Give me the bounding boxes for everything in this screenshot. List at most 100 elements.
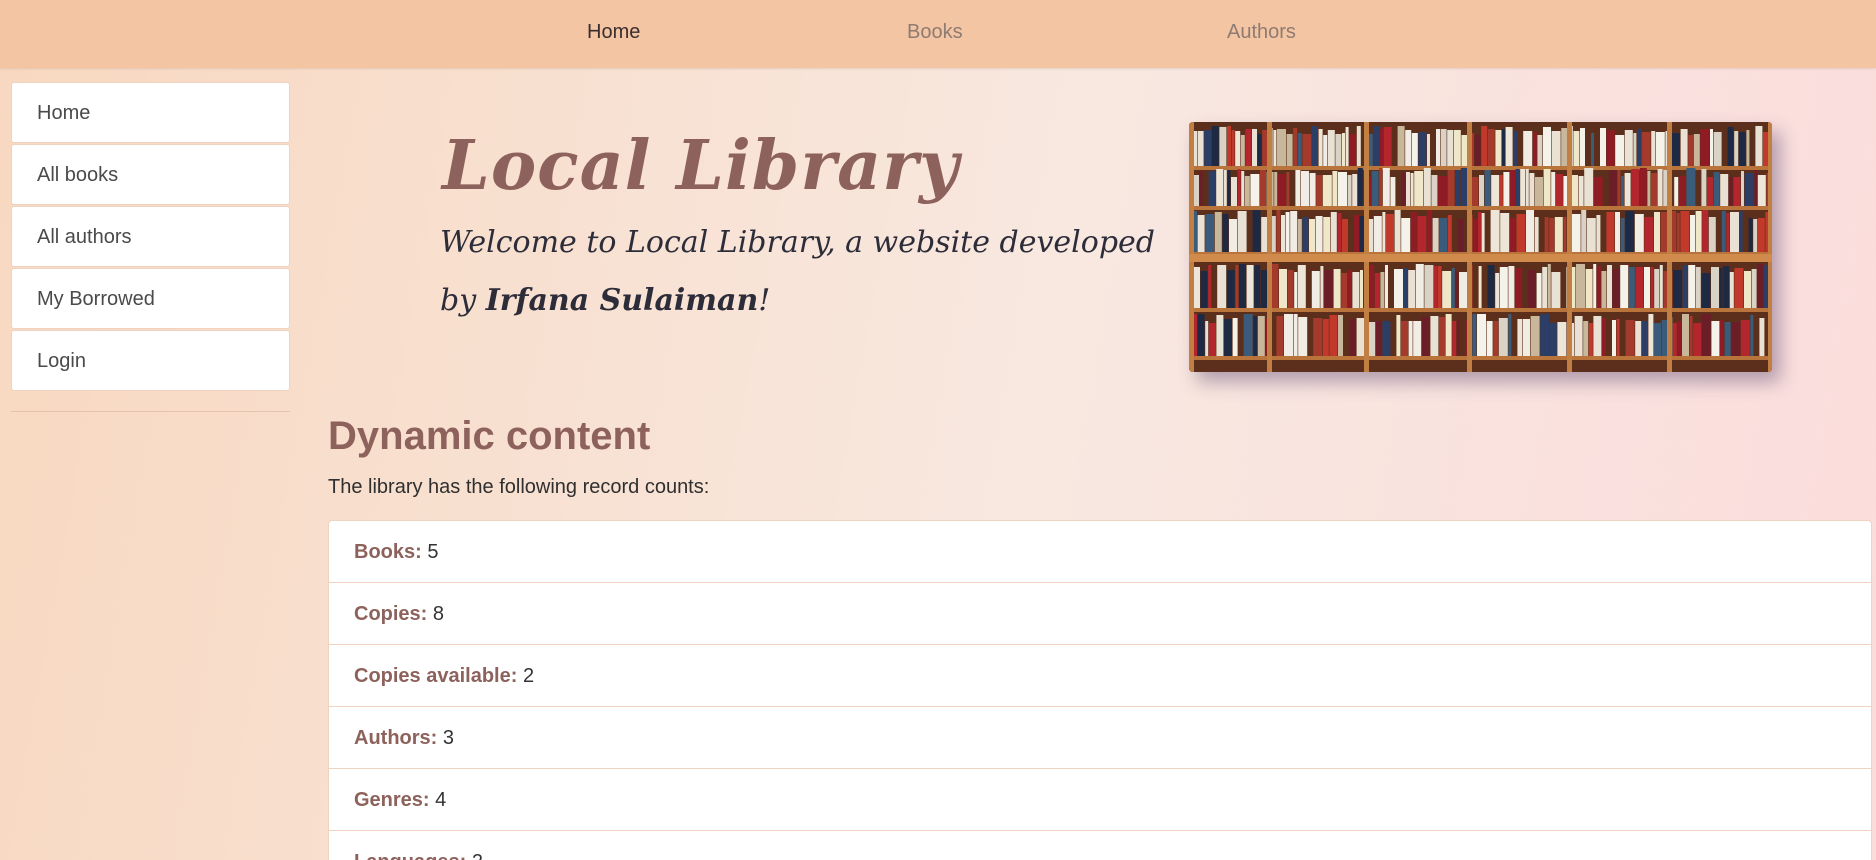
book-spine <box>1647 171 1651 206</box>
book-spine <box>1447 215 1452 252</box>
book-spine <box>1456 319 1460 356</box>
nav-link-home[interactable]: Home <box>587 21 640 44</box>
book-spine <box>1232 318 1238 356</box>
book-spine <box>1721 211 1726 252</box>
book-spine <box>1309 173 1316 206</box>
book-spine <box>1352 174 1358 206</box>
book-spine <box>1200 271 1208 308</box>
sidebar-item-all-books[interactable]: All books <box>11 144 290 205</box>
book-spine <box>1648 314 1654 356</box>
book-spine <box>1231 130 1235 166</box>
book-spine <box>1208 171 1216 206</box>
book-spine <box>1651 131 1656 166</box>
sidebar-item-login[interactable]: Login <box>11 330 290 391</box>
book-spine <box>1727 127 1734 166</box>
book-spine <box>1223 170 1227 206</box>
book-spine <box>1616 319 1620 356</box>
book-spine <box>1644 267 1650 308</box>
bookshelf-illustration <box>1189 122 1772 372</box>
book-spine <box>1297 133 1302 166</box>
sidebar-item-my-borrowed[interactable]: My Borrowed <box>11 268 290 329</box>
book-spine <box>1442 271 1452 308</box>
book-spine <box>1600 128 1606 166</box>
book-spine <box>1660 212 1668 252</box>
book-spine <box>1744 173 1754 206</box>
book-spine <box>1345 127 1349 166</box>
book-spine <box>1495 273 1500 308</box>
book-spine <box>1738 132 1746 166</box>
book-spine <box>1581 210 1587 252</box>
book-spine <box>1529 173 1535 206</box>
book-spine <box>1405 130 1412 166</box>
sidebar-item-all-authors[interactable]: All authors <box>11 206 290 267</box>
book-spine <box>1484 170 1491 206</box>
book-spine <box>1447 170 1455 206</box>
book-spine <box>1396 315 1401 356</box>
book-spine <box>1537 135 1543 166</box>
book-spine <box>1729 272 1734 308</box>
book-spine <box>1731 322 1741 356</box>
book-spine <box>1379 168 1383 206</box>
book-spine <box>1754 170 1758 206</box>
book-spine <box>1241 171 1245 206</box>
book-spine <box>1211 126 1219 166</box>
book-spine <box>1601 271 1607 308</box>
record-label: Copies: <box>354 603 428 625</box>
book-spine <box>1515 169 1520 206</box>
book-spine <box>1244 176 1250 206</box>
book-spine <box>1320 266 1324 308</box>
book-spine <box>1254 265 1261 308</box>
book-spine <box>1342 133 1345 166</box>
book-spine <box>1535 177 1543 206</box>
book-spine <box>1631 169 1640 206</box>
book-spine <box>1688 265 1696 308</box>
book-spine <box>1491 175 1500 206</box>
nav-link-authors[interactable]: Authors <box>1227 21 1296 44</box>
book-spine <box>1711 321 1720 356</box>
book-spine <box>1606 130 1615 166</box>
book-spine <box>1285 212 1290 252</box>
book-spine <box>1445 314 1452 356</box>
sidebar: Home All books All authors My Borrowed L… <box>11 82 290 412</box>
book-spine <box>1513 131 1518 166</box>
sidebar-item-home[interactable]: Home <box>11 82 290 143</box>
book-spine <box>1332 171 1338 206</box>
book-spine <box>1322 319 1329 356</box>
book-spine <box>1316 175 1323 206</box>
book-spine <box>1526 210 1534 252</box>
book-spine <box>1229 219 1237 252</box>
book-spine <box>1682 265 1688 308</box>
list-item: Genres: 4 <box>328 768 1872 830</box>
book-spine <box>1302 134 1312 166</box>
book-spine <box>1710 129 1713 166</box>
book-spine <box>1293 128 1298 166</box>
book-spine <box>1302 217 1309 252</box>
book-spine <box>1226 270 1235 308</box>
book-spine <box>1746 130 1750 166</box>
book-spine <box>1318 129 1323 166</box>
record-value: 5 <box>427 541 439 563</box>
book-spine <box>1214 212 1222 252</box>
list-item: Copies available: 2 <box>328 644 1872 706</box>
record-value: 2 <box>522 665 535 687</box>
book-spine <box>1284 314 1293 356</box>
list-item: Authors: 3 <box>328 706 1872 768</box>
shelf-upright <box>1364 122 1369 372</box>
book-spine <box>1534 217 1539 252</box>
book-spine <box>1509 218 1516 252</box>
book-spine <box>1741 171 1744 206</box>
book-spine <box>1702 210 1709 252</box>
book-spine <box>1257 134 1262 166</box>
book-spine <box>1219 127 1227 166</box>
book-spine <box>1757 218 1765 252</box>
book-spine <box>1750 315 1754 356</box>
book-spine <box>1390 177 1396 206</box>
nav-link-books[interactable]: Books <box>907 21 963 44</box>
record-counts-description: The library has the following record cou… <box>328 476 710 498</box>
book-spine <box>1672 133 1680 166</box>
book-spine <box>1713 132 1722 166</box>
book-spine <box>1455 271 1459 308</box>
book-spine <box>1227 126 1231 166</box>
book-spine <box>1487 265 1495 308</box>
book-spine <box>1659 265 1663 308</box>
